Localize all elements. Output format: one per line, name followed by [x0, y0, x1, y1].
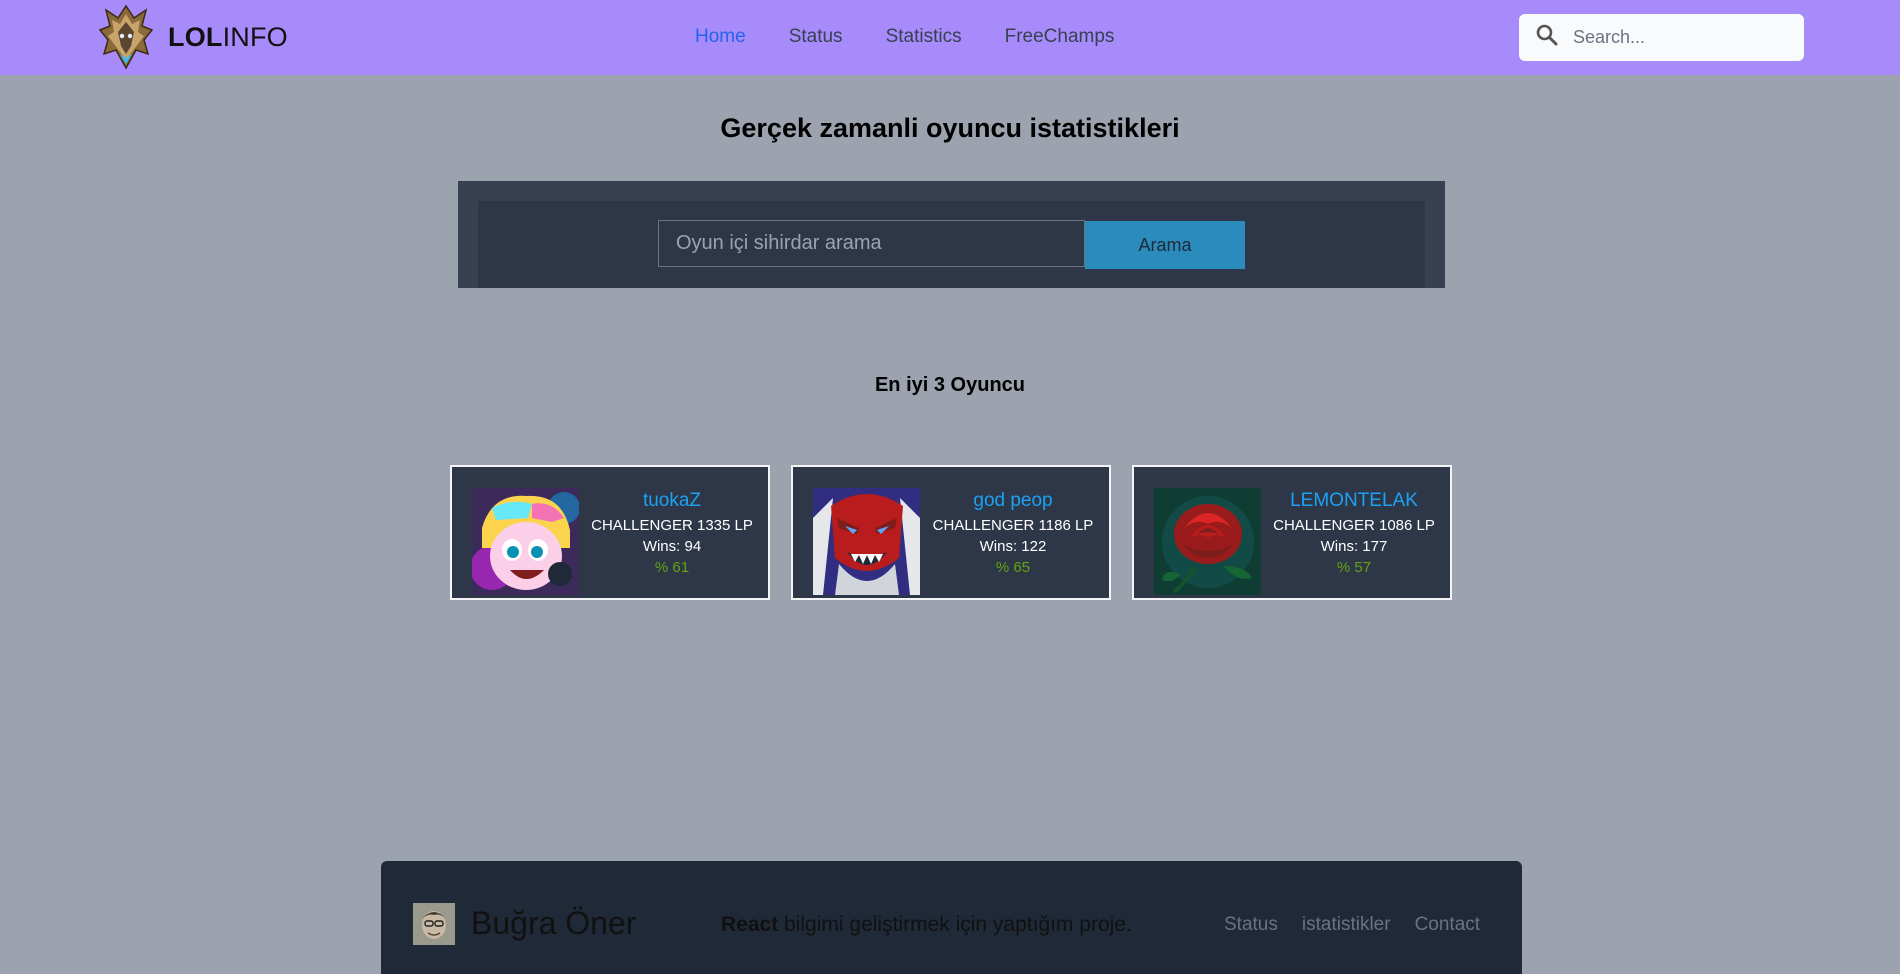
footer-link-istatistikler[interactable]: istatistikler	[1302, 914, 1391, 936]
summoner-search-button[interactable]: Arama	[1085, 221, 1245, 269]
nav-search-input[interactable]	[1573, 27, 1793, 48]
player-winrate: % 65	[995, 559, 1031, 576]
player-wins: Wins: 122	[979, 538, 1047, 555]
nav-links: Home Status Statistics FreeChamps	[695, 26, 1157, 48]
rose-icon	[1154, 488, 1261, 595]
player-info: LEMONTELAK CHALLENGER 1086 LP Wins: 177 …	[1264, 489, 1444, 578]
player-card[interactable]: god peop CHALLENGER 1186 LP Wins: 122 % …	[791, 465, 1111, 600]
navbar: LOLINFO Home Status Statistics FreeChamp…	[0, 0, 1900, 75]
footer-tagline: React bilgimi geliştirmek için yaptığım …	[721, 913, 1132, 936]
footer: Buğra Öner React bilgimi geliştirmek içi…	[381, 861, 1522, 974]
page-title: Gerçek zamanli oyuncu istatistikleri	[720, 113, 1180, 143]
player-winrate: % 57	[1336, 559, 1372, 576]
player-wins: Wins: 94	[642, 538, 702, 555]
nav-link-home[interactable]: Home	[695, 26, 746, 48]
player-name-link[interactable]: tuokaZ	[582, 489, 762, 513]
player-card[interactable]: tuokaZ CHALLENGER 1335 LP Wins: 94 % 61	[450, 465, 770, 600]
footer-link-status[interactable]: Status	[1224, 914, 1278, 936]
footer-author-name: Buğra Öner	[471, 905, 637, 941]
player-info: tuokaZ CHALLENGER 1335 LP Wins: 94 % 61	[582, 489, 762, 578]
avatar	[413, 903, 455, 945]
challenger-emblem-icon	[98, 4, 154, 70]
player-name-link[interactable]: god peop	[923, 489, 1103, 513]
nav-link-statistics[interactable]: Statistics	[886, 26, 962, 48]
player-rank: CHALLENGER 1186 LP	[932, 517, 1094, 534]
footer-link-contact[interactable]: Contact	[1415, 914, 1480, 936]
player-winrate: % 61	[654, 559, 690, 576]
top-players-title: En iyi 3 Oyuncu	[874, 374, 1026, 396]
summoner-search-input[interactable]	[658, 220, 1085, 267]
champion-portrait-icon	[472, 488, 579, 595]
nav-link-status[interactable]: Status	[789, 26, 843, 48]
player-wins: Wins: 177	[1320, 538, 1388, 555]
player-rank: CHALLENGER 1335 LP	[591, 517, 753, 534]
player-rank: CHALLENGER 1086 LP	[1273, 517, 1435, 534]
search-icon	[1535, 23, 1559, 52]
footer-links: Status istatistikler Contact	[1224, 914, 1504, 936]
player-info: god peop CHALLENGER 1186 LP Wins: 122 % …	[923, 489, 1103, 578]
nav-link-freechamps[interactable]: FreeChamps	[1005, 26, 1115, 48]
nav-search-box[interactable]	[1519, 14, 1804, 61]
player-name-link[interactable]: LEMONTELAK	[1264, 489, 1444, 513]
brand-name: LOLINFO	[168, 21, 288, 52]
player-card[interactable]: LEMONTELAK CHALLENGER 1086 LP Wins: 177 …	[1132, 465, 1452, 600]
demon-mask-icon	[813, 488, 920, 595]
brand[interactable]: LOLINFO	[98, 4, 288, 70]
